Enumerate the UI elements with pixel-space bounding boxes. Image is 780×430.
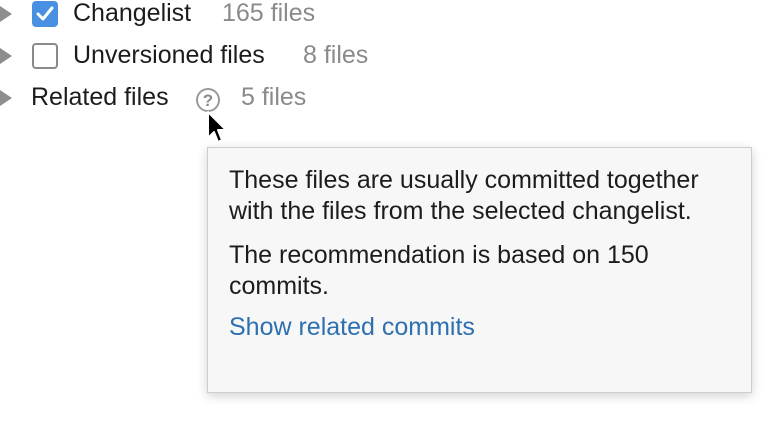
tooltip-description: These files are usually committed togeth… (229, 166, 699, 225)
question-mark-icon[interactable]: ? (196, 88, 220, 112)
tooltip-recommendation-note: The recommendation is based on 150 commi… (229, 241, 649, 300)
tree-row-unversioned-files[interactable]: Unversioned files 8 files (0, 39, 420, 73)
expand-arrow-icon[interactable] (0, 6, 12, 22)
checkmark-icon (36, 6, 54, 21)
expand-arrow-icon[interactable] (0, 90, 12, 106)
tree-item-label: Unversioned files (73, 41, 265, 69)
expand-arrow-icon[interactable] (0, 48, 12, 64)
tree-row-related-files[interactable]: Related files ? 5 files (0, 81, 360, 115)
tree-item-label: Changelist (73, 0, 192, 27)
changelist-checkbox[interactable] (32, 1, 58, 27)
changes-tree-panel: Changelist 165 files Unversioned files 8… (0, 0, 780, 430)
related-files-tooltip: These files are usually committed togeth… (207, 147, 752, 393)
file-count: 5 files (241, 83, 307, 111)
show-related-commits-link[interactable]: Show related commits (229, 312, 475, 343)
unversioned-files-checkbox[interactable] (32, 43, 58, 69)
file-count: 165 files (222, 0, 316, 27)
mouse-pointer-icon (207, 111, 227, 143)
tree-row-changelist[interactable]: Changelist 165 files (0, 0, 400, 31)
tree-item-label: Related files (31, 83, 169, 111)
file-count: 8 files (303, 41, 369, 69)
